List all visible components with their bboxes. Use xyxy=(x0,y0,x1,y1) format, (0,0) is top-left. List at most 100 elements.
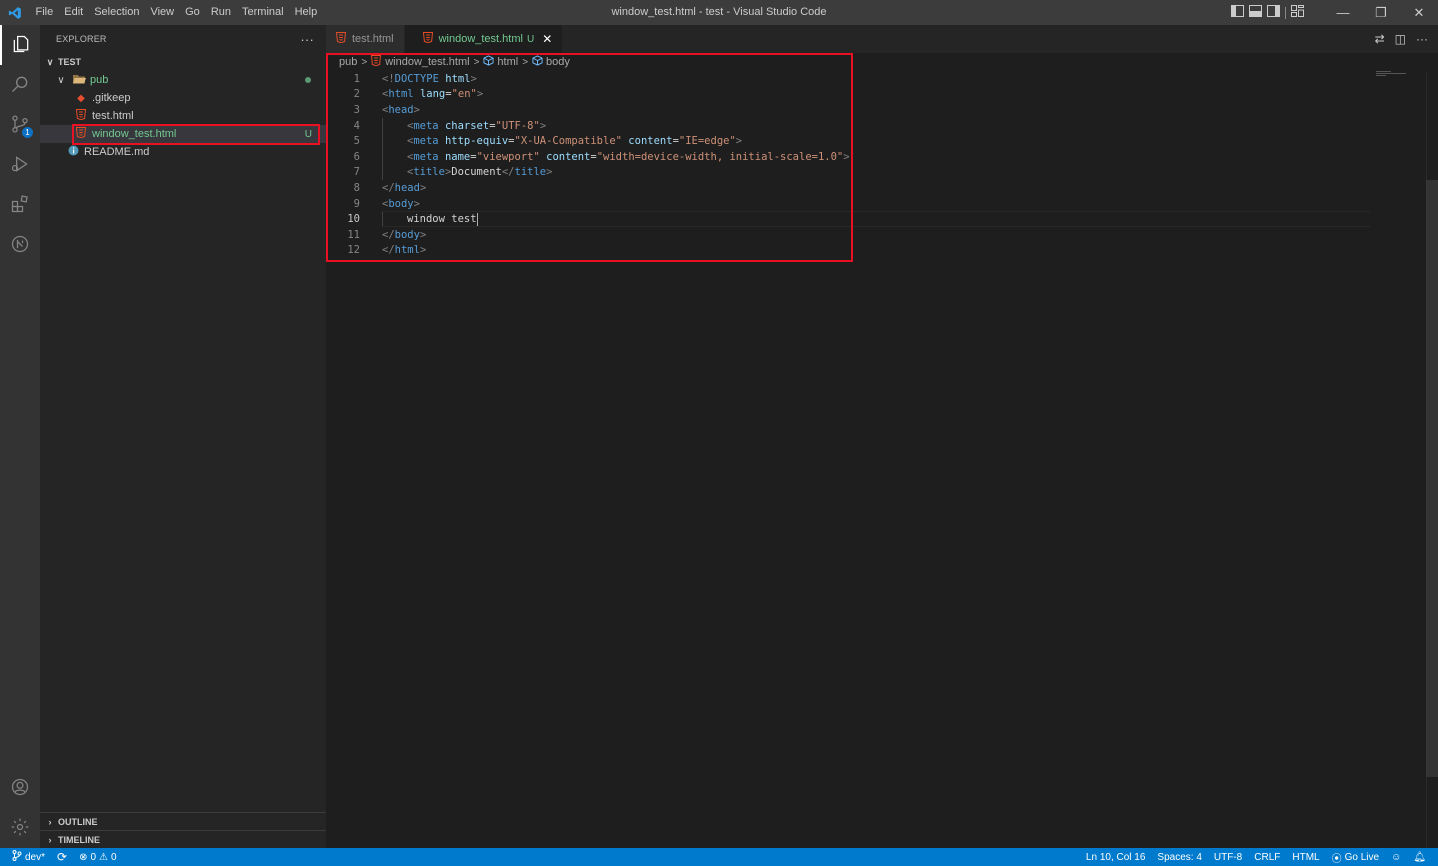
menu-go[interactable]: Go xyxy=(180,0,206,25)
chevron-right-icon: > xyxy=(473,56,480,68)
activity-source-control[interactable]: 1 xyxy=(0,105,40,145)
line-number: 7 xyxy=(353,166,360,179)
activity-account[interactable] xyxy=(0,768,40,808)
menu-run[interactable]: Run xyxy=(205,0,236,25)
explorer-title: EXPLORER xyxy=(56,34,107,44)
menu-selection[interactable]: Selection xyxy=(89,0,145,25)
settings-gear-icon xyxy=(10,817,30,840)
activity-search[interactable] xyxy=(0,65,40,105)
tree-file-label: .gitkeep xyxy=(92,92,131,104)
code-line: 12 </html > xyxy=(326,243,1426,259)
branch-status[interactable]: dev* xyxy=(0,848,51,866)
chevron-down-icon: ∨ xyxy=(57,74,65,86)
symbol-element-icon xyxy=(532,55,543,69)
error-count: 0 xyxy=(90,851,97,863)
code-line: 3 < head > xyxy=(326,102,1426,118)
tree-file-window-test-html[interactable]: window_test.html U xyxy=(40,125,326,143)
tab-test-html[interactable]: test.html xyxy=(326,25,405,53)
close-icon[interactable]: ✕ xyxy=(542,32,552,46)
breadcrumb: pub > window_test.html > html > body xyxy=(326,53,1438,71)
vertical-scrollbar[interactable] xyxy=(1426,71,1438,848)
customize-layout-icon[interactable] xyxy=(1291,5,1304,20)
code-line: 2 < html lang = "en" > xyxy=(326,87,1426,103)
run-debug-icon xyxy=(10,154,30,177)
tree-file-gitkeep[interactable]: ◆ .gitkeep xyxy=(40,89,326,107)
code-line: 4 < meta charset = "UTF-8" > xyxy=(326,117,1426,134)
split-editor-icon[interactable]: ◫ xyxy=(1395,32,1406,46)
divider xyxy=(1285,6,1286,19)
workspace-root-label: TEST xyxy=(58,57,82,67)
explorer-more-button[interactable]: ··· xyxy=(300,32,314,47)
cursor-position[interactable]: Ln 10, Col 16 xyxy=(1080,848,1152,866)
menu-terminal[interactable]: Terminal xyxy=(237,0,290,25)
activity-explorer[interactable] xyxy=(0,25,40,65)
breadcrumb-html[interactable]: html xyxy=(497,56,518,68)
line-number: 12 xyxy=(347,244,360,257)
tree-folder-label: pub xyxy=(90,74,109,86)
line-number: 2 xyxy=(353,88,360,101)
minimize-button[interactable]: — xyxy=(1324,0,1362,25)
sidebar-bottom-sections: › OUTLINE › TIMELINE xyxy=(40,812,326,848)
git-branch-icon xyxy=(12,850,22,864)
timeline-label: TIMELINE xyxy=(58,834,100,845)
toggle-panel-icon[interactable] xyxy=(1249,5,1262,20)
notifications-button[interactable]: 🔔︎ xyxy=(1407,848,1432,866)
restore-button[interactable]: ❐ xyxy=(1362,0,1400,25)
tree-file-label: README.md xyxy=(84,146,150,158)
breadcrumb-file[interactable]: window_test.html xyxy=(385,56,469,68)
toggle-secondary-sidebar-icon[interactable] xyxy=(1267,5,1280,20)
extensions-icon xyxy=(10,194,30,217)
tree-file-test-html[interactable]: test.html xyxy=(40,107,326,125)
warning-count: 0 xyxy=(111,851,117,863)
menu-view[interactable]: View xyxy=(145,0,180,25)
code-editor[interactable]: 1 <! DOCTYPE html > 2 < html lang = "en" > 3 < hea… xyxy=(326,71,1426,258)
menu-help[interactable]: Help xyxy=(289,0,323,25)
layout-controls xyxy=(1231,5,1304,20)
line-number: 3 xyxy=(353,103,360,116)
window-controls: — ❐ ✕ xyxy=(1231,0,1438,25)
line-ending[interactable]: CRLF xyxy=(1248,848,1286,866)
feedback-icon: ☺ xyxy=(1391,851,1402,863)
activity-remote[interactable] xyxy=(0,225,40,265)
activity-extensions[interactable] xyxy=(0,185,40,225)
open-changes-icon[interactable]: ⇄ xyxy=(1375,32,1385,46)
more-actions-icon[interactable]: ··· xyxy=(1416,32,1428,46)
breadcrumb-body[interactable]: body xyxy=(546,56,570,68)
account-icon xyxy=(10,777,30,800)
error-icon: ⊗ xyxy=(79,851,88,863)
tree-folder-pub[interactable]: ∨ pub xyxy=(40,71,326,89)
menu-edit[interactable]: Edit xyxy=(59,0,89,25)
scroll-thumb[interactable] xyxy=(1426,180,1438,777)
activity-manage[interactable] xyxy=(0,808,40,848)
chevron-right-icon: › xyxy=(48,816,52,827)
untracked-dot xyxy=(305,77,311,83)
code-line: 5 < meta http-equiv = "X-UA-Compatible" cont… xyxy=(326,133,1426,149)
timeline-section[interactable]: › TIMELINE xyxy=(40,830,326,848)
branch-label: dev* xyxy=(25,851,46,863)
tree-file-readme[interactable]: README.md xyxy=(40,143,326,161)
go-live-button[interactable]: ⦿ Go Live xyxy=(1326,848,1385,866)
menu-file[interactable]: File xyxy=(30,0,59,25)
tab-window-test-html[interactable]: window_test.html U ✕ xyxy=(404,25,564,53)
go-live-label: Go Live xyxy=(1344,851,1380,863)
workspace-root[interactable]: ∨ TEST xyxy=(40,53,326,71)
language-mode[interactable]: HTML xyxy=(1286,848,1325,866)
editor-tab-bar: test.html window_test.html U ✕ ⇄ ◫ ··· xyxy=(326,25,1438,53)
untracked-status: U xyxy=(304,128,312,140)
feedback-button[interactable]: ☺ xyxy=(1385,848,1407,866)
problems-status[interactable]: ⊗ 0 ⚠ 0 xyxy=(73,848,122,866)
outline-section[interactable]: › OUTLINE xyxy=(40,812,326,830)
minimap[interactable] xyxy=(1376,71,1426,83)
encoding[interactable]: UTF-8 xyxy=(1208,848,1248,866)
sync-button[interactable]: ⟳ xyxy=(51,848,73,866)
activity-bar: 1 xyxy=(0,25,40,848)
breadcrumb-folder[interactable]: pub xyxy=(339,56,357,68)
activity-run-debug[interactable] xyxy=(0,145,40,185)
html-file-icon xyxy=(335,32,347,46)
chevron-right-icon: > xyxy=(522,56,529,68)
toggle-primary-sidebar-icon[interactable] xyxy=(1231,5,1244,20)
code-line: 7 < title > Document </title > xyxy=(326,164,1426,181)
indentation[interactable]: Spaces: 4 xyxy=(1151,848,1207,866)
line-number: 1 xyxy=(353,72,360,85)
close-window-button[interactable]: ✕ xyxy=(1400,0,1438,25)
